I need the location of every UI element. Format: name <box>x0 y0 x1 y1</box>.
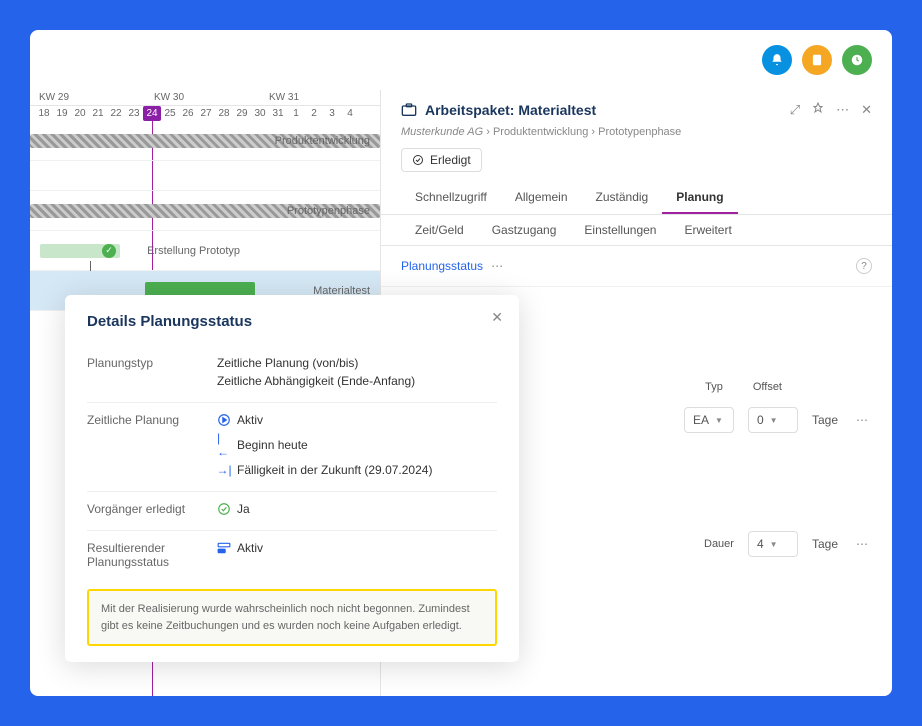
day-cell: 21 <box>89 106 107 121</box>
tab-schnellzugriff[interactable]: Schnellzugriff <box>401 182 501 214</box>
popup-row: Vorgänger erledigtJa <box>87 492 497 531</box>
close-icon[interactable]: ✕ <box>861 102 872 118</box>
tab-einstellungen[interactable]: Einstellungen <box>570 215 670 245</box>
day-cell: 4 <box>341 106 359 121</box>
row-more-icon[interactable]: ⋯ <box>852 533 872 555</box>
status-icon <box>217 542 231 554</box>
col-typ-label: Typ <box>705 381 723 393</box>
day-cell: 25 <box>161 106 179 121</box>
workpackage-icon <box>401 103 417 117</box>
popup-note: Mit der Realisierung wurde wahrscheinlic… <box>87 589 497 646</box>
popup-row-label: Resultierender Planungsstatus <box>87 541 217 569</box>
week-label: KW 31 <box>265 90 380 105</box>
arrow-icon: →| <box>217 463 231 477</box>
section-title: Planungsstatus <box>401 259 483 273</box>
day-cell: 30 <box>251 106 269 121</box>
tab-allgemein[interactable]: Allgemein <box>501 182 582 214</box>
play-icon <box>217 413 231 427</box>
day-cell: 2 <box>305 106 323 121</box>
gantt-row[interactable]: Prototypenphase <box>30 191 380 231</box>
popup-title: Details Planungsstatus <box>87 313 497 330</box>
gantt-row[interactable]: ✓ Erstellung Prototyp ▶ <box>30 231 380 271</box>
tab-planung[interactable]: Planung <box>662 182 737 214</box>
popup-row-label: Vorgänger erledigt <box>87 502 217 520</box>
section-more-icon[interactable]: ⋯ <box>491 259 503 273</box>
col-offset-label: Offset <box>753 381 782 393</box>
expand-icon[interactable]: ⤢ <box>790 102 800 118</box>
gantt-days: 18192021222324252627282930311234 <box>30 106 380 121</box>
pin-icon[interactable] <box>812 102 824 118</box>
day-cell: 31 <box>269 106 287 121</box>
duration-label: Dauer <box>704 538 734 550</box>
day-cell: 23 <box>125 106 143 121</box>
check-icon <box>217 502 231 516</box>
day-cell: 29 <box>233 106 251 121</box>
day-cell: 1 <box>287 106 305 121</box>
tab-gastzugang[interactable]: Gastzugang <box>478 215 571 245</box>
tab-zeit-geld[interactable]: Zeit/Geld <box>401 215 478 245</box>
start-icon: |← <box>217 431 231 459</box>
typ-select[interactable]: EA▼ <box>684 407 734 433</box>
more-icon[interactable]: ⋯ <box>836 102 849 118</box>
notifications-button[interactable] <box>762 45 792 75</box>
day-cell: 22 <box>107 106 125 121</box>
gantt-row[interactable]: Produktentwicklung <box>30 121 380 161</box>
tabs-row-1: Schnellzugriff Allgemein Zuständig Planu… <box>381 182 892 215</box>
popup-row-label: Zeitliche Planung <box>87 413 217 481</box>
day-cell: 3 <box>323 106 341 121</box>
popup-row: Resultierender PlanungsstatusAktiv <box>87 531 497 579</box>
popup-row: Zeitliche PlanungAktiv|←Beginn heute→|Fä… <box>87 403 497 492</box>
breadcrumb: Musterkunde AG › Produktentwicklung › Pr… <box>381 126 892 148</box>
time-button[interactable] <box>842 45 872 75</box>
notes-button[interactable] <box>802 45 832 75</box>
duration-select[interactable]: 4▼ <box>748 531 798 557</box>
day-cell: 24 <box>143 106 161 121</box>
tab-erweitert[interactable]: Erweitert <box>670 215 745 245</box>
status-button[interactable]: Erledigt <box>401 148 482 172</box>
day-cell: 28 <box>215 106 233 121</box>
day-cell: 20 <box>71 106 89 121</box>
help-icon[interactable]: ? <box>856 258 872 274</box>
row-more-icon[interactable]: ⋯ <box>852 409 872 431</box>
day-cell: 19 <box>53 106 71 121</box>
week-label: KW 29 <box>35 90 150 105</box>
popup-row-label: Planungstyp <box>87 356 217 392</box>
popup-row: PlanungstypZeitliche Planung (von/bis)Ze… <box>87 346 497 403</box>
topbar <box>30 30 892 90</box>
day-cell: 18 <box>35 106 53 121</box>
week-label: KW 30 <box>150 90 265 105</box>
details-popup: Details Planungsstatus ✕ PlanungstypZeit… <box>65 295 519 662</box>
close-icon[interactable]: ✕ <box>491 309 503 326</box>
check-icon: ✓ <box>102 244 116 258</box>
tabs-row-2: Zeit/Geld Gastzugang Einstellungen Erwei… <box>381 215 892 246</box>
day-cell: 27 <box>197 106 215 121</box>
day-cell: 26 <box>179 106 197 121</box>
gantt-row <box>30 161 380 191</box>
tab-zustaendig[interactable]: Zuständig <box>582 182 663 214</box>
offset-select[interactable]: 0▼ <box>748 407 798 433</box>
